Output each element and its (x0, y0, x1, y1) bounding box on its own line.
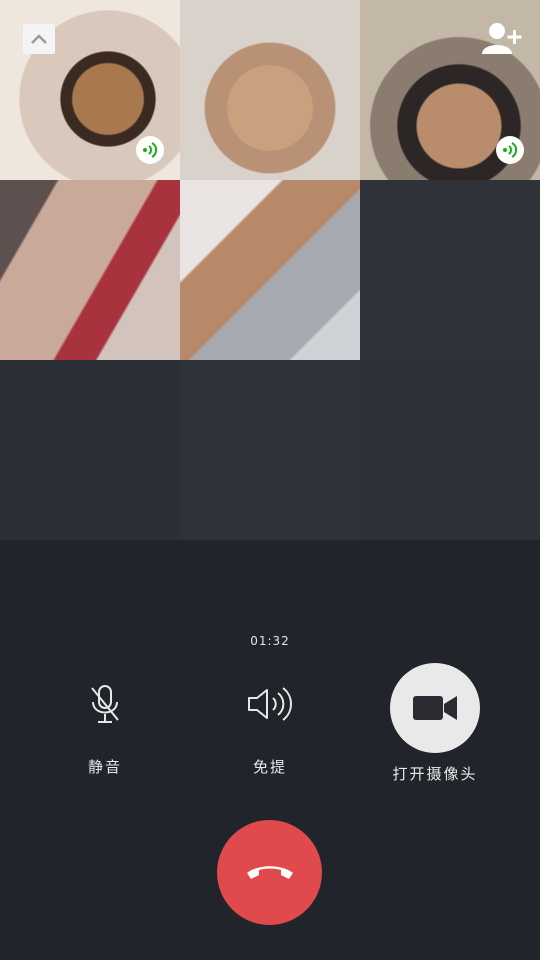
hang-up-icon (246, 865, 293, 879)
chevron-up-icon (31, 34, 47, 44)
mute-button[interactable]: 静音 (55, 680, 155, 777)
speaking-icon (136, 136, 164, 164)
speaker-button[interactable]: 免提 (220, 680, 320, 777)
video-camera-icon (413, 696, 457, 720)
empty-slot (0, 360, 180, 540)
empty-slot (180, 360, 360, 540)
hang-up-button[interactable] (217, 820, 322, 925)
mute-label: 静音 (87, 758, 122, 776)
participant-video-4[interactable] (0, 180, 180, 360)
call-timer: 01:32 (250, 634, 290, 648)
participant-grid (0, 0, 540, 540)
participant-video-2[interactable] (180, 0, 360, 180)
camera-label: 打开摄像头 (392, 765, 478, 783)
add-member-button[interactable] (480, 20, 524, 58)
speaker-icon (248, 687, 292, 721)
collapse-button[interactable] (23, 24, 55, 54)
empty-slot (360, 360, 540, 540)
camera-toggle[interactable] (390, 663, 480, 753)
empty-slot (360, 180, 540, 360)
participant-video-5[interactable] (180, 180, 360, 360)
camera-button[interactable]: 打开摄像头 (375, 663, 495, 784)
add-user-icon (482, 23, 522, 54)
speaking-icon (496, 136, 524, 164)
microphone-off-icon (91, 685, 119, 723)
speaker-label: 免提 (252, 758, 287, 776)
